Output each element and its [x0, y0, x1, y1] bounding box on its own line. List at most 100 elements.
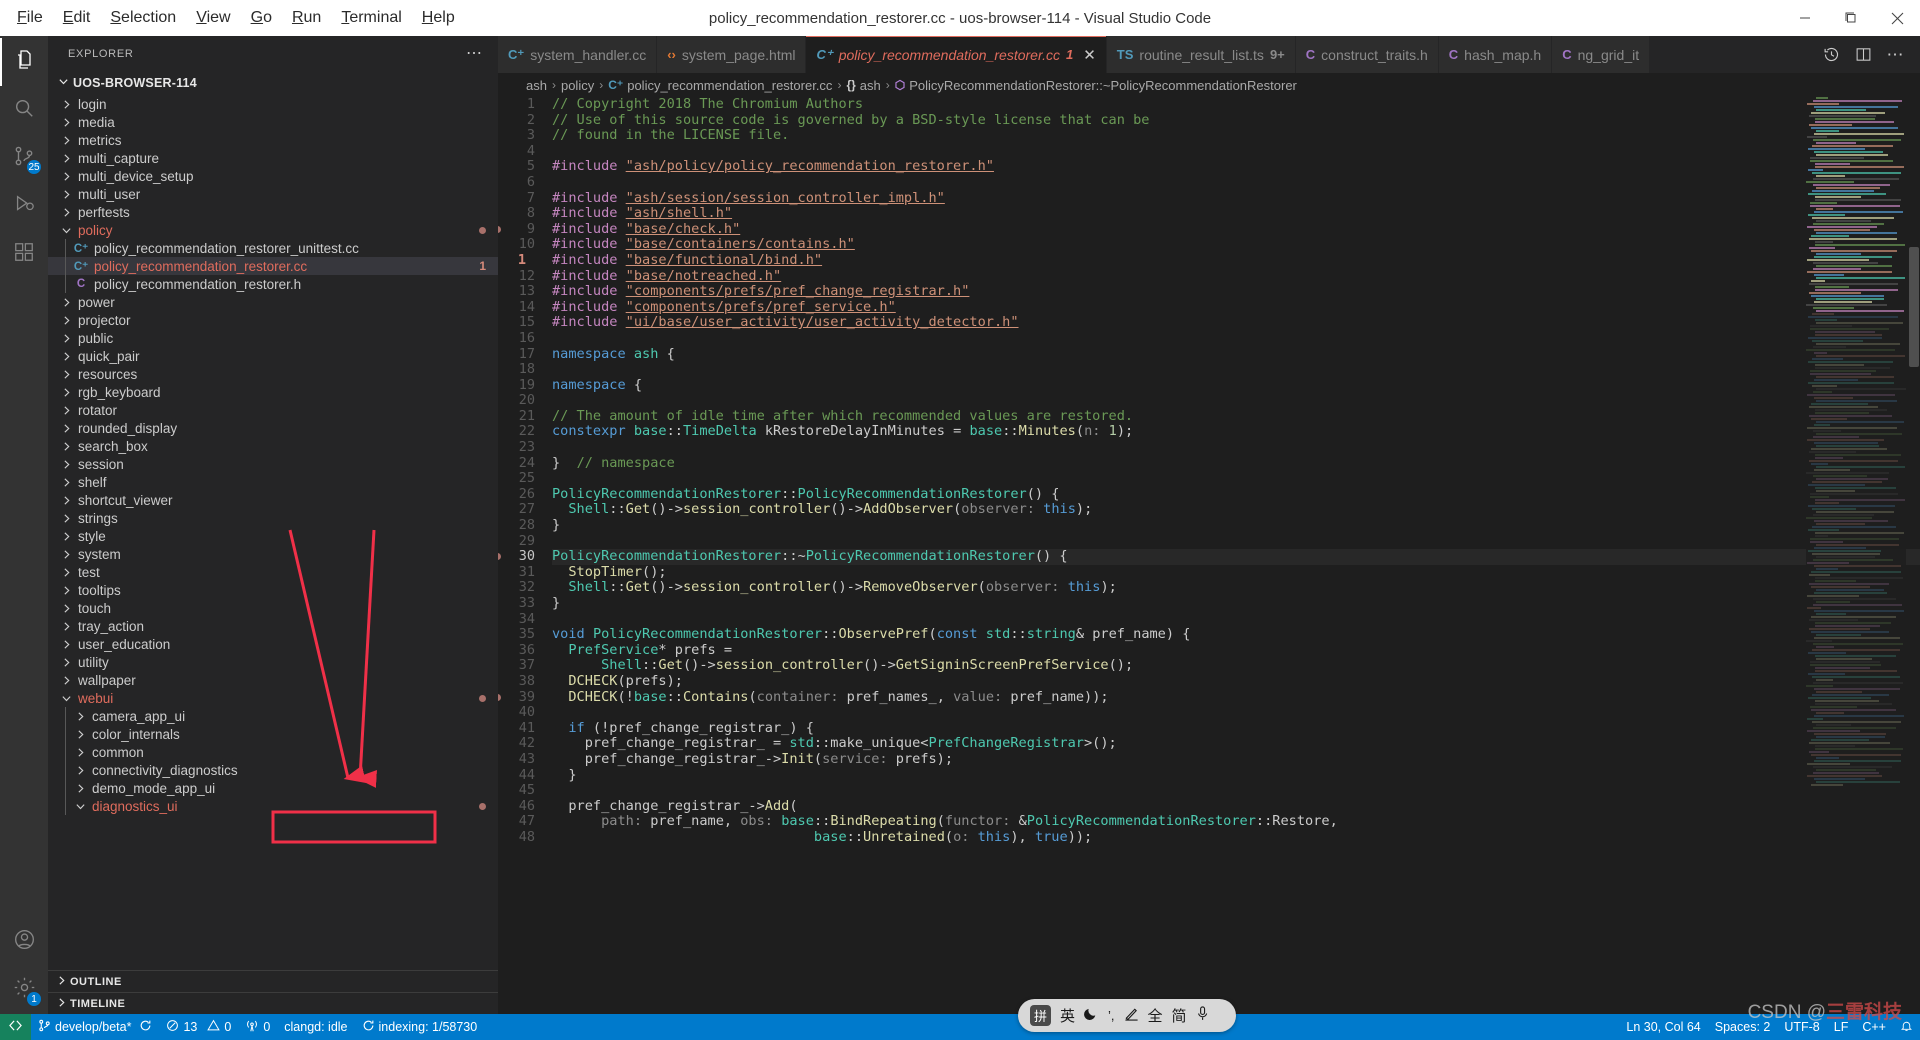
code-line[interactable]: PrefService* prefs =: [552, 642, 1920, 659]
code-line[interactable]: StopTimer();: [552, 564, 1920, 581]
activity-explorer[interactable]: [0, 38, 48, 86]
tree-folder-row[interactable]: shortcut_viewer: [48, 491, 498, 509]
activity-extensions[interactable]: [0, 230, 48, 278]
tree-folder-row[interactable]: metrics: [48, 131, 498, 149]
code-line[interactable]: #include "base/functional/bind.h": [552, 252, 1920, 269]
ime-pinyin-toggle[interactable]: 拼: [1030, 1005, 1051, 1026]
chevron-right-icon[interactable]: [58, 657, 74, 668]
tree-folder-row[interactable]: connectivity_diagnostics: [48, 761, 498, 779]
close-icon[interactable]: ✕: [1083, 46, 1096, 64]
code-line[interactable]: DCHECK(!base::Contains(container: pref_n…: [552, 689, 1920, 706]
tree-folder-row[interactable]: rotator: [48, 401, 498, 419]
tree-folder-row[interactable]: search_box: [48, 437, 498, 455]
scrollbar-thumb[interactable]: [1909, 247, 1919, 367]
editor-tab-4[interactable]: Cconstruct_traits.h: [1295, 36, 1439, 73]
minimize-button[interactable]: [1782, 0, 1828, 36]
tree-folder-row[interactable]: rgb_keyboard: [48, 383, 498, 401]
chevron-right-icon[interactable]: [58, 351, 74, 362]
breadcrumb-item[interactable]: ⬡ PolicyRecommendationRestorer::~PolicyRe…: [895, 78, 1297, 93]
code-line[interactable]: pref_change_registrar_ = std::make_uniqu…: [552, 736, 1920, 752]
tree-folder-row[interactable]: media: [48, 113, 498, 131]
code-line[interactable]: }: [552, 595, 1920, 612]
tree-file-row[interactable]: Cpolicy_recommendation_restorer.h: [48, 275, 498, 293]
ime-simplified[interactable]: 简: [1172, 1005, 1187, 1026]
code-line[interactable]: [552, 175, 1920, 191]
code-line[interactable]: #include "base/containers/contains.h": [552, 237, 1920, 253]
tree-folder-row[interactable]: policy: [48, 221, 498, 239]
code-line[interactable]: #include "components/prefs/pref_service.…: [552, 299, 1920, 316]
chevron-right-icon[interactable]: [58, 477, 74, 488]
code-line[interactable]: Shell::Get()->session_controller()->Remo…: [552, 580, 1920, 596]
tree-folder-row[interactable]: touch: [48, 599, 498, 617]
code-line[interactable]: #include "base/notreached.h": [552, 268, 1920, 285]
code-line[interactable]: } // namespace: [552, 455, 1920, 472]
status-branch[interactable]: develop/beta*: [31, 1014, 159, 1040]
chevron-down-icon[interactable]: [58, 693, 74, 704]
chevron-down-icon[interactable]: [72, 801, 88, 812]
code-line[interactable]: #include "ash/policy/policy_recommendati…: [552, 159, 1920, 175]
menu-item-file[interactable]: File: [8, 7, 52, 29]
editor-scrollbar[interactable]: [1906, 97, 1920, 1014]
ime-voice-input-icon[interactable]: [1196, 1006, 1209, 1025]
chevron-right-icon[interactable]: [72, 711, 88, 722]
tree-folder-row[interactable]: system: [48, 545, 498, 563]
chevron-right-icon[interactable]: [58, 459, 74, 470]
status-ports[interactable]: 0: [238, 1014, 277, 1040]
code-editor[interactable]: 1 2 3 4 5 6 7 8 9 10 1 12 13 14 15 16 17 18 19 20 21 22 23 24 25…: [498, 97, 1920, 1014]
code-line[interactable]: pref_change_registrar_->Init(service: pr…: [552, 751, 1920, 768]
status-cursor-position[interactable]: Ln 30, Col 64: [1619, 1014, 1707, 1040]
tree-folder-row[interactable]: shelf: [48, 473, 498, 491]
chevron-right-icon[interactable]: [72, 783, 88, 794]
breadcrumb-item[interactable]: C⁺ policy_recommendation_restorer.cc: [608, 78, 832, 93]
breadcrumb[interactable]: ash › policy › C⁺ policy_recommendation_resto…: [498, 73, 1920, 97]
chevron-right-icon[interactable]: [58, 315, 74, 326]
code-content[interactable]: // Copyright 2018 The Chromium Authors//…: [544, 97, 1920, 1014]
editor-tab-0[interactable]: C⁺ system_handler.cc: [498, 36, 658, 73]
menu-item-help[interactable]: Help: [413, 7, 464, 29]
chevron-right-icon[interactable]: [58, 549, 74, 560]
code-line[interactable]: void PolicyRecommendationRestorer::Obser…: [552, 626, 1920, 643]
split-editor-action[interactable]: [1848, 37, 1878, 72]
timeline-history-action[interactable]: [1816, 37, 1846, 72]
code-line[interactable]: #include "ui/base/user_activity/user_act…: [552, 315, 1920, 331]
code-line[interactable]: path: pref_name, obs: base::BindRepeatin…: [552, 814, 1920, 830]
editor-tab-2[interactable]: C⁺ policy_recommendation_restorer.cc 1 ✕: [806, 36, 1107, 73]
activity-accounts[interactable]: [0, 918, 48, 966]
ime-toolbar[interactable]: 拼 英 ’, 全 简: [1018, 999, 1236, 1032]
tree-folder-row[interactable]: utility: [48, 653, 498, 671]
breadcrumb-item[interactable]: policy: [561, 78, 594, 93]
status-problems[interactable]: 13 0: [159, 1014, 238, 1040]
code-line[interactable]: namespace {: [552, 377, 1920, 394]
code-line[interactable]: #include "components/prefs/pref_change_r…: [552, 283, 1920, 300]
tree-folder-row[interactable]: camera_app_ui: [48, 707, 498, 725]
code-line[interactable]: Shell::Get()->session_controller()->GetS…: [552, 658, 1920, 674]
menu-item-view[interactable]: View: [187, 7, 239, 29]
code-line[interactable]: [552, 393, 1920, 409]
code-line[interactable]: if (!pref_change_registrar_) {: [552, 720, 1920, 737]
tree-folder-row[interactable]: tray_action: [48, 617, 498, 635]
editor-tab-3[interactable]: TS routine_result_list.ts 9+: [1106, 36, 1296, 73]
code-line[interactable]: PolicyRecommendationRestorer::PolicyReco…: [552, 486, 1920, 503]
activity-source-control[interactable]: 25: [0, 134, 48, 182]
chevron-right-icon[interactable]: [58, 423, 74, 434]
panel-outline[interactable]: OUTLINE: [48, 970, 498, 992]
close-button[interactable]: [1874, 0, 1920, 36]
chevron-right-icon[interactable]: [58, 369, 74, 380]
breadcrumb-item[interactable]: {} ash: [846, 78, 880, 93]
chevron-right-icon[interactable]: [72, 747, 88, 758]
code-line[interactable]: }: [552, 767, 1920, 784]
ime-moon-mode[interactable]: [1084, 1006, 1099, 1025]
chevron-right-icon[interactable]: [58, 333, 74, 344]
chevron-right-icon[interactable]: [58, 405, 74, 416]
code-line[interactable]: PolicyRecommendationRestorer::~PolicyRec…: [552, 548, 1920, 565]
tree-folder-row[interactable]: multi_capture: [48, 149, 498, 167]
chevron-right-icon[interactable]: [58, 387, 74, 398]
code-line[interactable]: // found in the LICENSE file.: [552, 127, 1920, 144]
tree-folder-row[interactable]: power: [48, 293, 498, 311]
chevron-right-icon[interactable]: [58, 513, 74, 524]
maximize-button[interactable]: [1828, 0, 1874, 36]
code-line[interactable]: // Use of this source code is governed b…: [552, 112, 1920, 129]
tree-folder-row[interactable]: rounded_display: [48, 419, 498, 437]
code-line[interactable]: // The amount of idle time after which r…: [552, 408, 1920, 425]
code-line[interactable]: constexpr base::TimeDelta kRestoreDelayI…: [552, 424, 1920, 440]
